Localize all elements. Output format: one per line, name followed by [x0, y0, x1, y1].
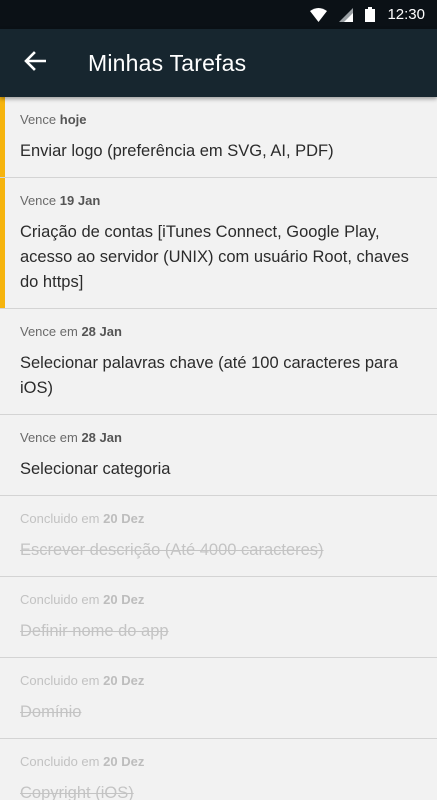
arrow-left-icon: [24, 50, 47, 76]
task-item[interactable]: Vence hoje Enviar logo (preferência em S…: [0, 97, 437, 178]
task-item-completed[interactable]: Concluido em 20 Dez Definir nome do app: [0, 577, 437, 658]
task-item[interactable]: Vence em 28 Jan Selecionar palavras chav…: [0, 309, 437, 415]
task-title: Enviar logo (preferência em SVG, AI, PDF…: [20, 142, 334, 160]
clock: 12:30: [387, 6, 425, 23]
due-date-label: Vence 19 Jan: [20, 193, 101, 208]
task-title: Criação de contas [iTunes Connect, Googl…: [20, 223, 409, 291]
page-title: Minhas Tarefas: [88, 49, 247, 76]
task-item[interactable]: Vence 19 Jan Criação de contas [iTunes C…: [0, 178, 437, 309]
task-title: Selecionar palavras chave (até 100 carac…: [20, 354, 398, 397]
task-list: Vence hoje Enviar logo (preferência em S…: [0, 97, 437, 800]
completed-date-label: Concluido em 20 Dez: [20, 511, 145, 526]
task-title: Selecionar categoria: [20, 460, 171, 478]
task-title: Escrever descrição (Até 4000 caracteres): [20, 541, 324, 559]
due-date-label: Vence hoje: [20, 112, 87, 127]
completed-date-label: Concluido em 20 Dez: [20, 592, 145, 607]
task-item[interactable]: Vence em 28 Jan Selecionar categoria: [0, 415, 437, 496]
due-date-label: Vence em 28 Jan: [20, 324, 122, 339]
task-title: Copyright (iOS): [20, 784, 134, 800]
completed-date-label: Concluido em 20 Dez: [20, 754, 145, 769]
completed-date-label: Concluido em 20 Dez: [20, 673, 145, 688]
app-bar: Minhas Tarefas: [0, 29, 437, 97]
wifi-icon: [310, 7, 328, 22]
battery-icon: [365, 7, 376, 22]
cell-signal-icon: [339, 7, 354, 22]
task-item-completed[interactable]: Concluido em 20 Dez Domínio: [0, 658, 437, 739]
back-button[interactable]: [0, 29, 70, 97]
due-date-label: Vence em 28 Jan: [20, 430, 122, 445]
task-title: Domínio: [20, 703, 82, 721]
status-bar: 12:30: [0, 0, 437, 29]
task-item-completed[interactable]: Concluido em 20 Dez Escrever descrição (…: [0, 496, 437, 577]
task-title: Definir nome do app: [20, 622, 169, 640]
task-item-completed[interactable]: Concluido em 20 Dez Copyright (iOS): [0, 739, 437, 800]
